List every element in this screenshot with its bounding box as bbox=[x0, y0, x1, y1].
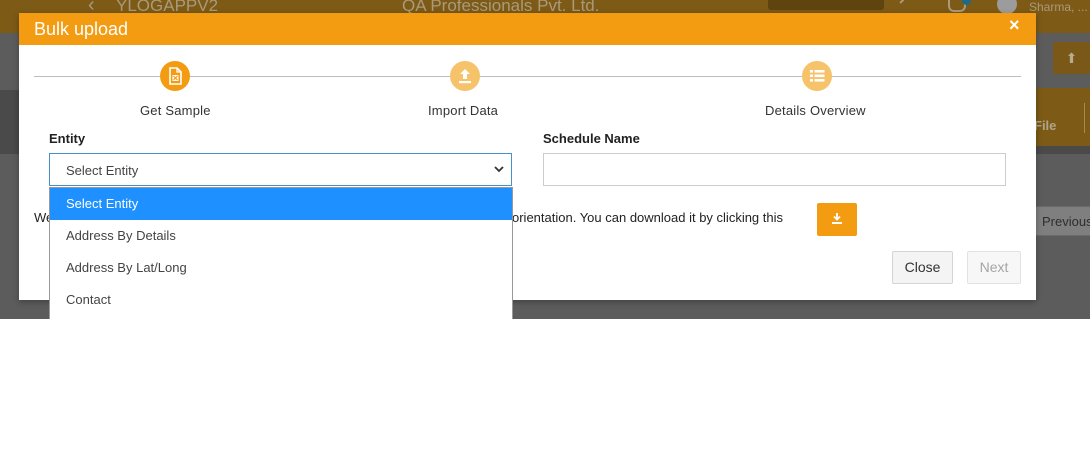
upload-icon bbox=[459, 69, 471, 84]
user-name: Sharma, ... bbox=[1029, 0, 1088, 14]
tools-icon bbox=[899, 0, 921, 14]
dropdown-option[interactable]: Address By Lat/Long bbox=[50, 252, 512, 284]
table-column-header bbox=[1036, 88, 1090, 146]
table-column-file: File bbox=[1034, 118, 1057, 133]
list-icon bbox=[810, 70, 825, 82]
notification-badge bbox=[962, 0, 971, 5]
upload-icon: ⬆ bbox=[1053, 42, 1090, 74]
schedule-name-input[interactable] bbox=[543, 153, 1006, 186]
close-icon[interactable]: × bbox=[1009, 15, 1020, 36]
chevron-down-icon bbox=[494, 166, 504, 173]
entity-select-value: Select Entity bbox=[66, 163, 139, 178]
entity-label: Entity bbox=[49, 131, 86, 146]
excel-file-icon bbox=[169, 67, 182, 85]
pagination-previous: Previous bbox=[1033, 206, 1090, 236]
dropdown-option[interactable]: Contact bbox=[50, 284, 512, 316]
modal-header: Bulk upload × bbox=[19, 13, 1036, 45]
entity-select[interactable]: Select Entity bbox=[49, 153, 512, 186]
header-info-box bbox=[768, 0, 884, 10]
next-button[interactable]: Next bbox=[967, 251, 1021, 284]
avatar bbox=[997, 0, 1017, 14]
step-label: Import Data bbox=[428, 103, 499, 118]
close-button[interactable]: Close bbox=[892, 251, 953, 284]
column-divider bbox=[1084, 103, 1085, 133]
download-icon bbox=[832, 213, 842, 224]
download-sample-button[interactable] bbox=[817, 203, 857, 236]
step-details-overview[interactable] bbox=[802, 61, 832, 91]
step-label: Get Sample bbox=[140, 103, 211, 118]
modal-title: Bulk upload bbox=[34, 19, 129, 39]
step-label: Details Overview bbox=[765, 103, 866, 118]
dropdown-option[interactable]: Select Entity bbox=[50, 188, 512, 220]
schedule-name-label: Schedule Name bbox=[543, 131, 640, 146]
dropdown-option[interactable]: Address By Details bbox=[50, 220, 512, 252]
step-get-sample[interactable] bbox=[160, 61, 190, 91]
step-import-data[interactable] bbox=[450, 61, 480, 91]
info-text-end: orientation. You can download it by clic… bbox=[512, 210, 784, 225]
entity-dropdown-list: Select Entity Address By Details Address… bbox=[49, 187, 513, 319]
